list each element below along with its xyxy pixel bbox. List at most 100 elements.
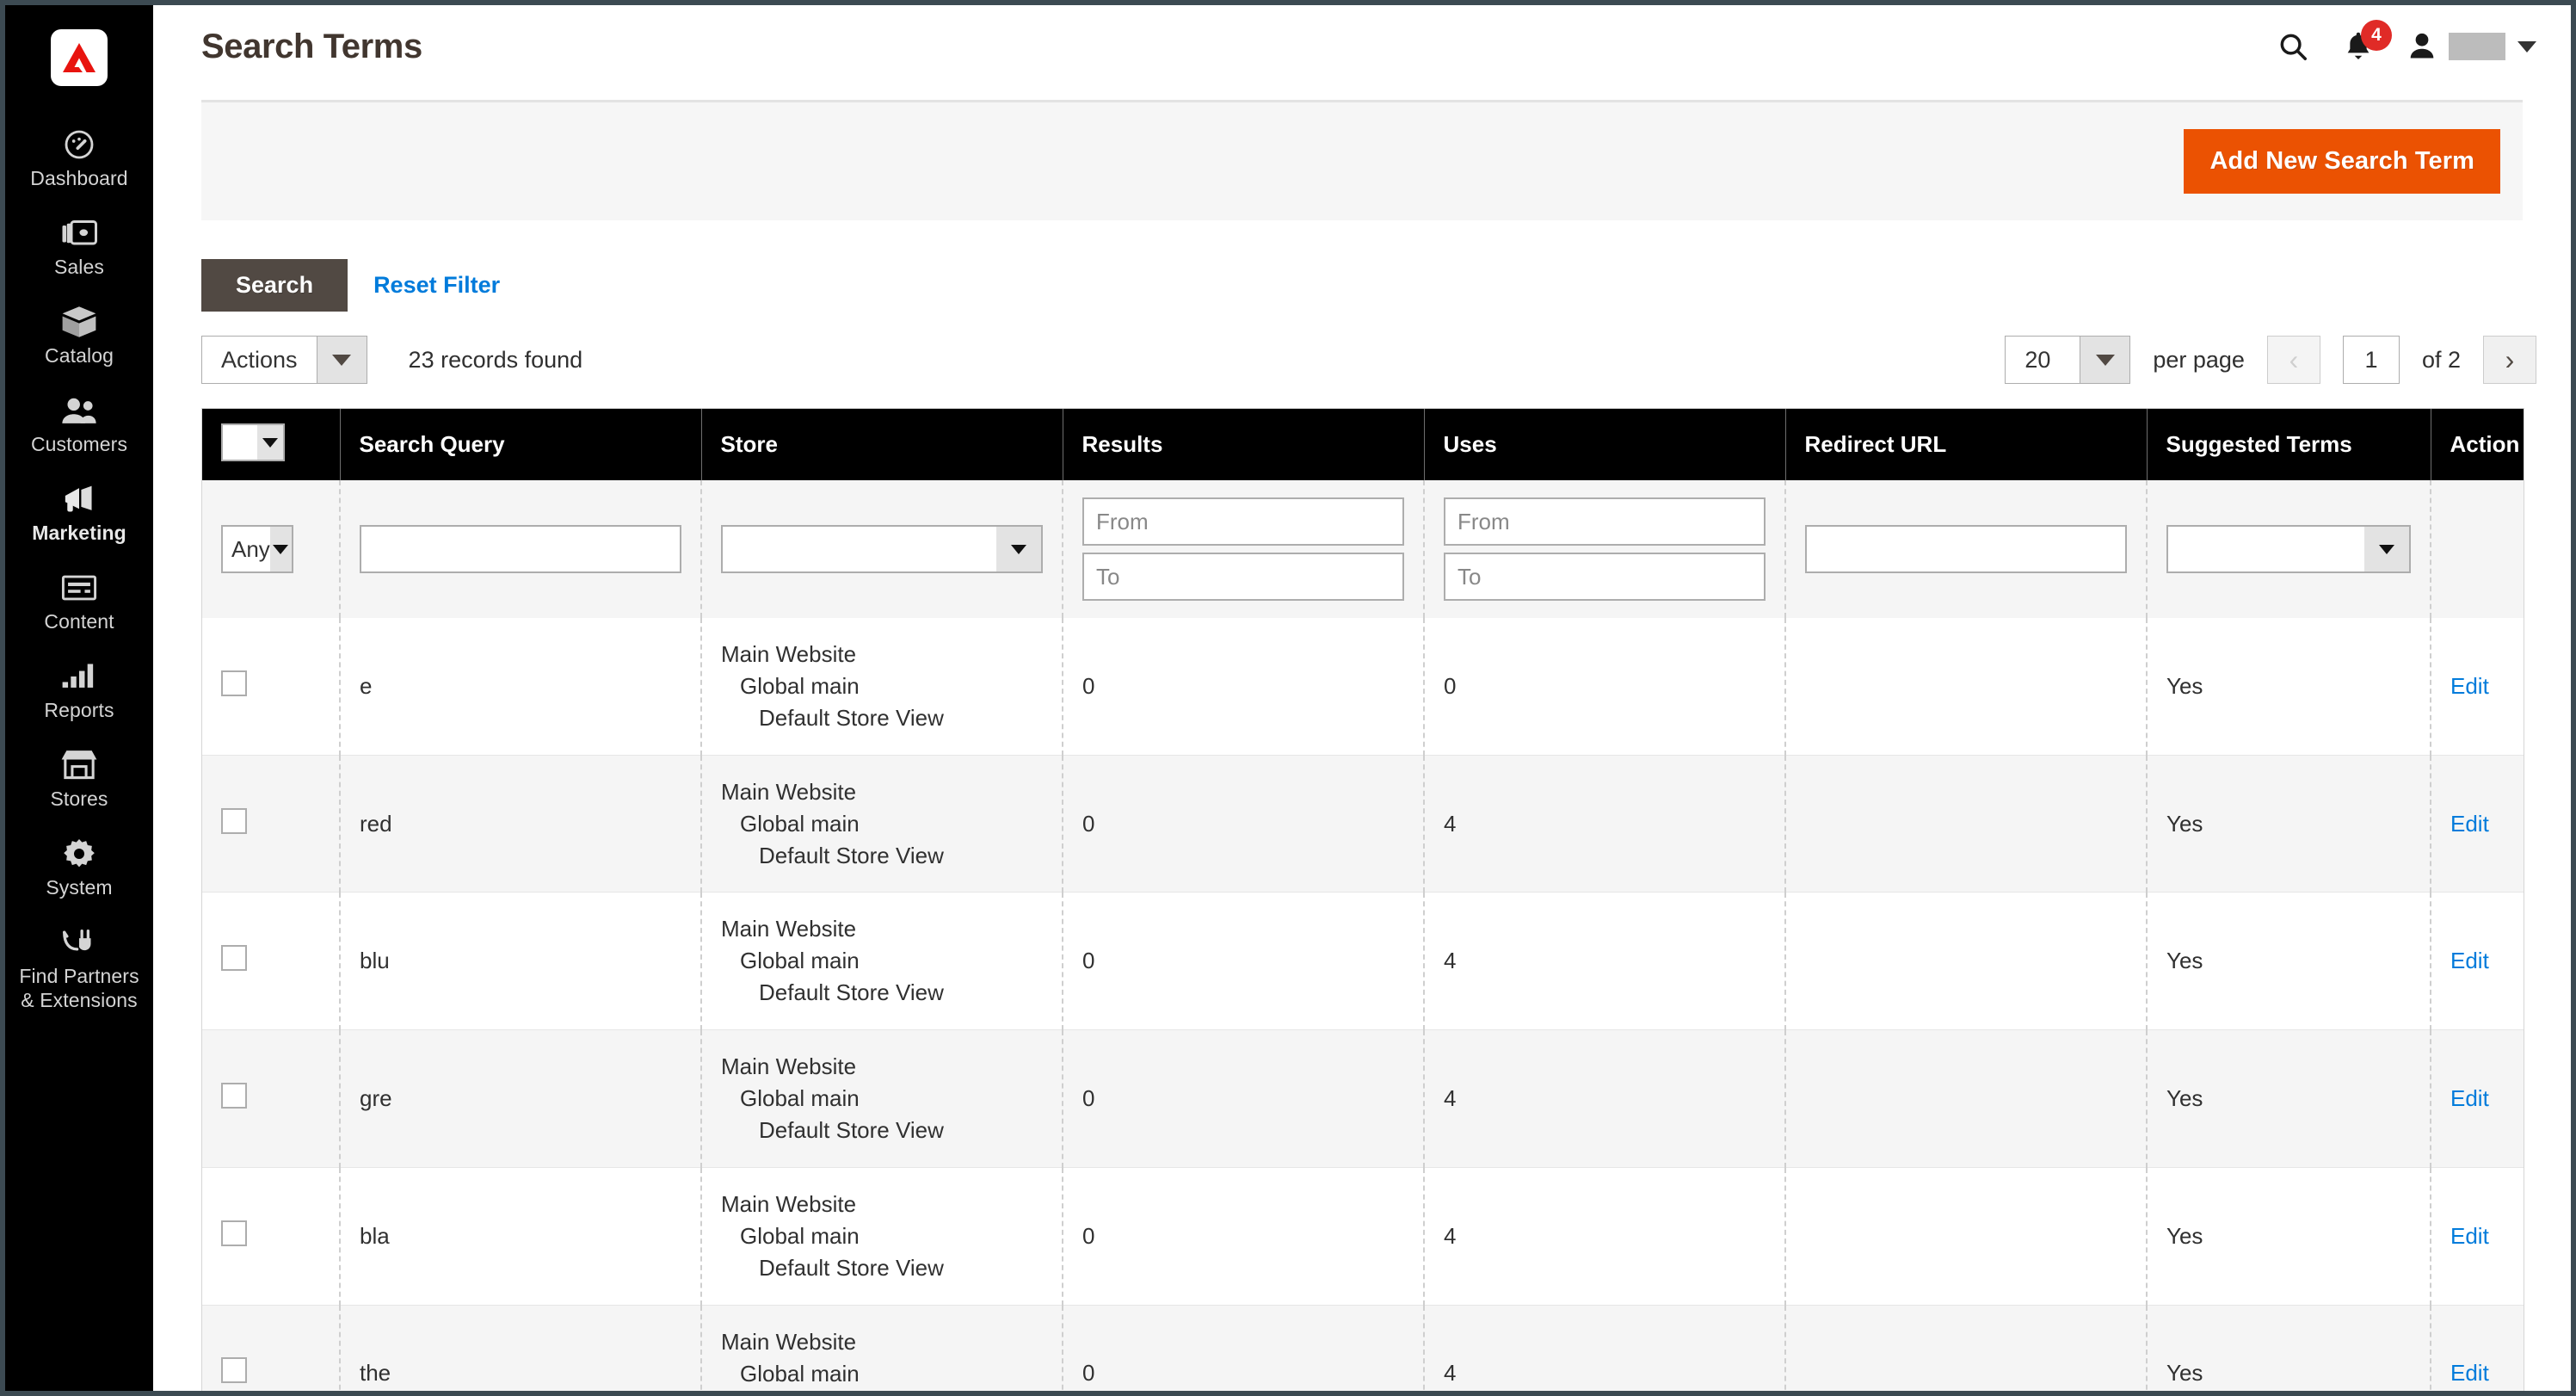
filter-uses-from-input[interactable] [1444,497,1766,546]
sidebar-item-catalog[interactable]: Catalog [5,293,153,381]
sidebar-item-find-partners-extensions[interactable]: Find Partners & Extensions [5,913,153,1026]
column-header-uses[interactable]: Uses [1424,409,1786,480]
filter-cell-redirect-url [1785,480,2148,618]
sidebar-item-label: Reports [44,699,114,721]
table-row[interactable]: blu Main Website Global main Default Store … [202,892,2524,1031]
chevron-down-icon[interactable] [269,527,292,571]
column-header-redirect-url[interactable]: Redirect URL [1785,409,2148,480]
filter-search-query-input[interactable] [360,525,681,573]
system-icon [62,837,96,871]
cell-store: Main Website Global main Default Store Vie… [701,1167,1063,1306]
filter-redirect-url-input[interactable] [1805,525,2127,573]
reset-filter-link[interactable]: Reset Filter [373,272,500,299]
chevron-down-icon[interactable] [996,527,1041,571]
chevron-down-icon[interactable] [2364,527,2409,571]
row-checkbox-cell [202,755,341,893]
cell-store: Main Website Global main Default Store Vie… [701,755,1063,893]
header-row: Search Query Store Results Uses Redirect… [202,409,2524,480]
edit-link[interactable]: Edit [2450,1223,2489,1249]
store-level-1: Main Website [721,1328,857,1355]
actions-select[interactable]: Actions [201,336,367,384]
next-page-button[interactable]: › [2483,336,2536,384]
per-page-value: 20 [2024,346,2051,373]
table-row[interactable]: bla Main Website Global main Default Store … [202,1167,2524,1306]
row-checkbox[interactable] [221,670,247,696]
edit-link[interactable]: Edit [2450,1085,2489,1111]
search-icon[interactable] [2277,30,2309,63]
adobe-commerce-logo[interactable] [51,29,108,86]
add-new-search-term-button[interactable]: Add New Search Term [2184,129,2500,194]
sidebar-item-label: Dashboard [30,167,128,189]
store-level-2: Global main [740,810,860,837]
cell-results: 0 [1063,1167,1425,1306]
row-checkbox[interactable] [221,945,247,972]
store-hierarchy: Main Website Global main Default Store Vie… [721,1189,1043,1284]
sidebar-item-sales[interactable]: Sales [5,204,153,293]
sidebar-item-reports[interactable]: Reports [5,647,153,736]
marketing-icon [61,482,97,516]
filter-suggested-terms-select[interactable] [2166,525,2411,573]
filter-results-from-input[interactable] [1082,497,1404,546]
column-header-store[interactable]: Store [701,409,1063,480]
sidebar-item-content[interactable]: Content [5,559,153,647]
filter-store-select[interactable] [721,525,1043,573]
massaction-any-select[interactable]: Any [221,525,293,573]
chevron-down-icon[interactable] [316,337,367,383]
sidebar-item-customers[interactable]: Customers [5,381,153,470]
row-checkbox[interactable] [221,1357,247,1384]
sidebar-item-system[interactable]: System [5,825,153,913]
table-row[interactable]: red Main Website Global main Default Store … [202,755,2524,893]
cell-search-query: the [340,1305,702,1391]
column-header-results[interactable]: Results [1063,409,1425,480]
select-all-checkbox[interactable] [223,425,257,460]
table-body: Any From To From To e Main Website Globa… [202,480,2524,1391]
store-level-3: Default Store View [759,842,944,868]
notifications-button[interactable]: 4 [2344,20,2392,63]
account-menu[interactable] [2407,30,2536,63]
row-checkbox[interactable] [221,807,247,834]
sidebar-item-dashboard[interactable]: Dashboard [5,115,153,204]
edit-link[interactable]: Edit [2450,1360,2489,1386]
row-checkbox[interactable] [221,1083,247,1109]
edit-link[interactable]: Edit [2450,673,2489,699]
store-level-2: Global main [740,1222,860,1249]
filter-results-to-input[interactable] [1082,553,1404,601]
select-all-dropdown[interactable] [221,423,285,461]
records-found-label: 23 records found [408,346,583,373]
table-row[interactable]: e Main Website Global main Default Store Vi… [202,618,2524,756]
store-level-3: Default Store View [759,979,944,1006]
row-checkbox-cell [202,1167,341,1306]
column-header-search-query[interactable]: Search Query [340,409,702,480]
chevron-down-icon[interactable] [2517,40,2536,53]
cell-results: 0 [1063,1305,1425,1391]
filter-uses-to-input[interactable] [1444,553,1766,601]
row-checkbox[interactable] [221,1220,247,1246]
table-row[interactable]: the Main Website Global main Default Store … [202,1305,2524,1391]
admin-page: Dashboard Sales Catalog Customers Marketing C… [5,5,2571,1391]
store-level-3: Default Store View [721,1389,1043,1391]
edit-link[interactable]: Edit [2450,811,2489,837]
edit-link[interactable]: Edit [2450,948,2489,973]
sidebar-item-label: Find Partners & Extensions [19,965,139,1011]
customers-icon [60,393,98,428]
previous-page-button[interactable]: ‹ [2266,336,2320,384]
total-pages-label: of 2 [2421,346,2461,373]
search-button[interactable]: Search [201,259,348,312]
chevron-down-icon[interactable] [2080,337,2130,383]
row-checkbox-cell [202,1305,341,1391]
reports-icon [61,659,97,694]
table-row[interactable]: gre Main Website Global main Default Store … [202,1029,2524,1168]
sidebar-item-label: Stores [50,788,108,810]
column-header-suggested-terms[interactable]: Suggested Terms [2147,409,2431,480]
cell-search-query: blu [340,892,702,1031]
search-terms-table: Search Query Store Results Uses Redirect… [202,409,2524,1391]
sidebar-item-stores[interactable]: Stores [5,736,153,825]
filter-cell-results [1063,480,1425,618]
sidebar-item-marketing[interactable]: Marketing [5,470,153,559]
page-actions-band: Add New Search Term [201,100,2523,220]
cell-search-query: e [340,618,702,756]
current-page-input[interactable]: 1 [2342,336,2400,384]
chevron-down-icon[interactable] [257,425,283,460]
per-page-select[interactable]: 20 [2005,336,2131,384]
cell-suggested-terms: Yes [2147,1305,2431,1391]
